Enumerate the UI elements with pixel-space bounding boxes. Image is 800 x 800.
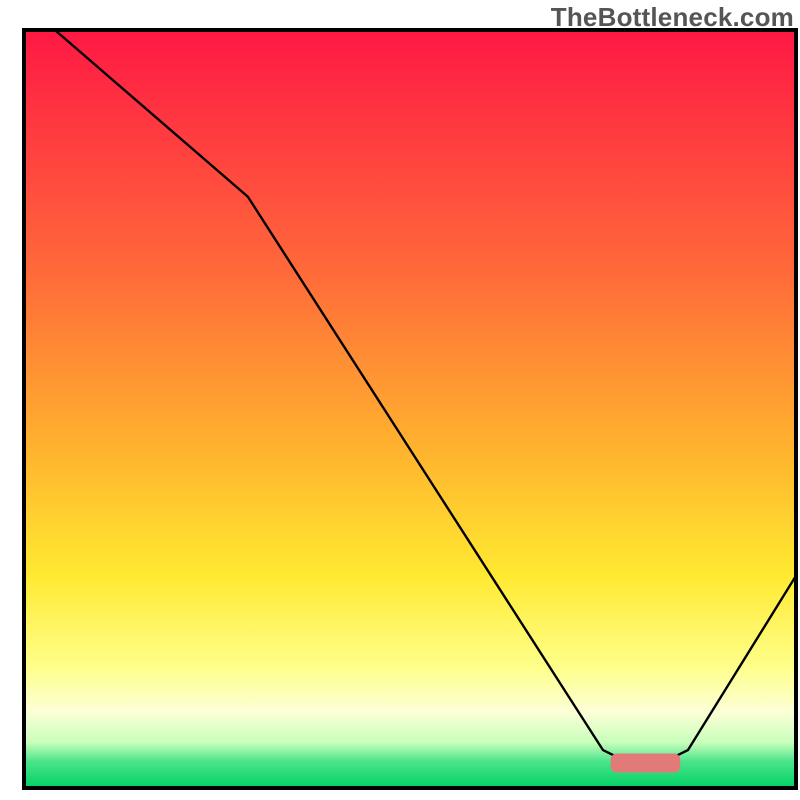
plot-area — [24, 30, 796, 788]
heatmap-background — [24, 30, 796, 788]
watermark-text: TheBottleneck.com — [551, 2, 794, 33]
optimum-marker — [611, 754, 680, 773]
chart-container: TheBottleneck.com — [0, 0, 800, 800]
bottleneck-chart — [0, 0, 800, 800]
